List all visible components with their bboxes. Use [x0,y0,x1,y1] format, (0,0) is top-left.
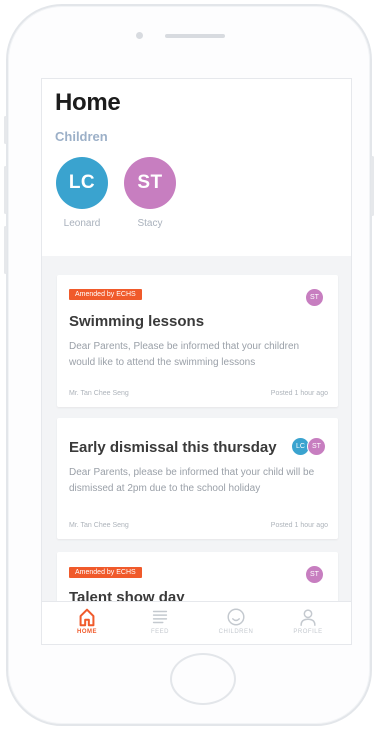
card-author: Mr. Tan Chee Seng [69,390,129,397]
card-body: Dear Parents, please be informed that yo… [69,467,315,494]
tab-label: FEED [150,629,169,635]
avatar: ST [307,437,326,456]
page-title: Home [55,89,121,116]
camera-icon [136,32,143,39]
app-screen: Home Children LC Leonard ST Stacy Amende… [41,78,352,645]
phone-side-button [4,116,7,144]
home-icon [79,608,95,627]
announcement-card[interactable]: Amended by ECHS ST Swimming lessons Dear… [57,275,338,407]
phone-home-button[interactable] [170,653,236,705]
phone-volume-up-button [4,166,7,214]
card-title: Early dismissal this thursday [69,439,277,456]
header: Home Children LC Leonard ST Stacy [42,79,351,256]
status-badge: Amended by ECHS [69,567,142,578]
tab-home[interactable]: HOME [57,602,117,644]
child-name: Stacy [137,218,163,229]
tab-profile[interactable]: PROFILE [278,602,338,644]
tab-label: CHILDREN [218,629,254,635]
card-title: Swimming lessons [69,313,205,330]
profile-icon [300,609,316,626]
feed-icon [152,610,168,624]
tab-label: HOME [77,629,97,635]
bottom-tab-bar: HOME FEED CHILDREN PROFILE [42,601,351,644]
speaker-grill [165,34,225,38]
avatar: ST [124,157,176,209]
child-stacy[interactable]: ST Stacy [123,157,177,229]
tab-label: PROFILE [293,629,323,635]
card-body: Dear Parents, Please be informed that yo… [69,341,300,368]
phone-power-button [371,156,374,216]
tab-children[interactable]: CHILDREN [206,602,266,644]
tab-feed[interactable]: FEED [130,602,190,644]
card-author: Mr. Tan Chee Seng [69,522,129,529]
children-icon [227,608,245,626]
avatar: LC [56,157,108,209]
child-name: Leonard [63,218,101,229]
phone-volume-down-button [4,226,7,274]
card-timestamp: Posted 1 hour ago [270,522,328,529]
card-timestamp: Posted 1 hour ago [270,390,328,397]
status-badge: Amended by ECHS [69,289,142,300]
avatar: ST [305,565,324,584]
avatar: ST [305,288,324,307]
child-leonard[interactable]: LC Leonard [55,157,109,229]
children-section-label: Children [55,129,108,144]
announcement-card[interactable]: Early dismissal this thursday LC ST Dear… [57,418,338,539]
